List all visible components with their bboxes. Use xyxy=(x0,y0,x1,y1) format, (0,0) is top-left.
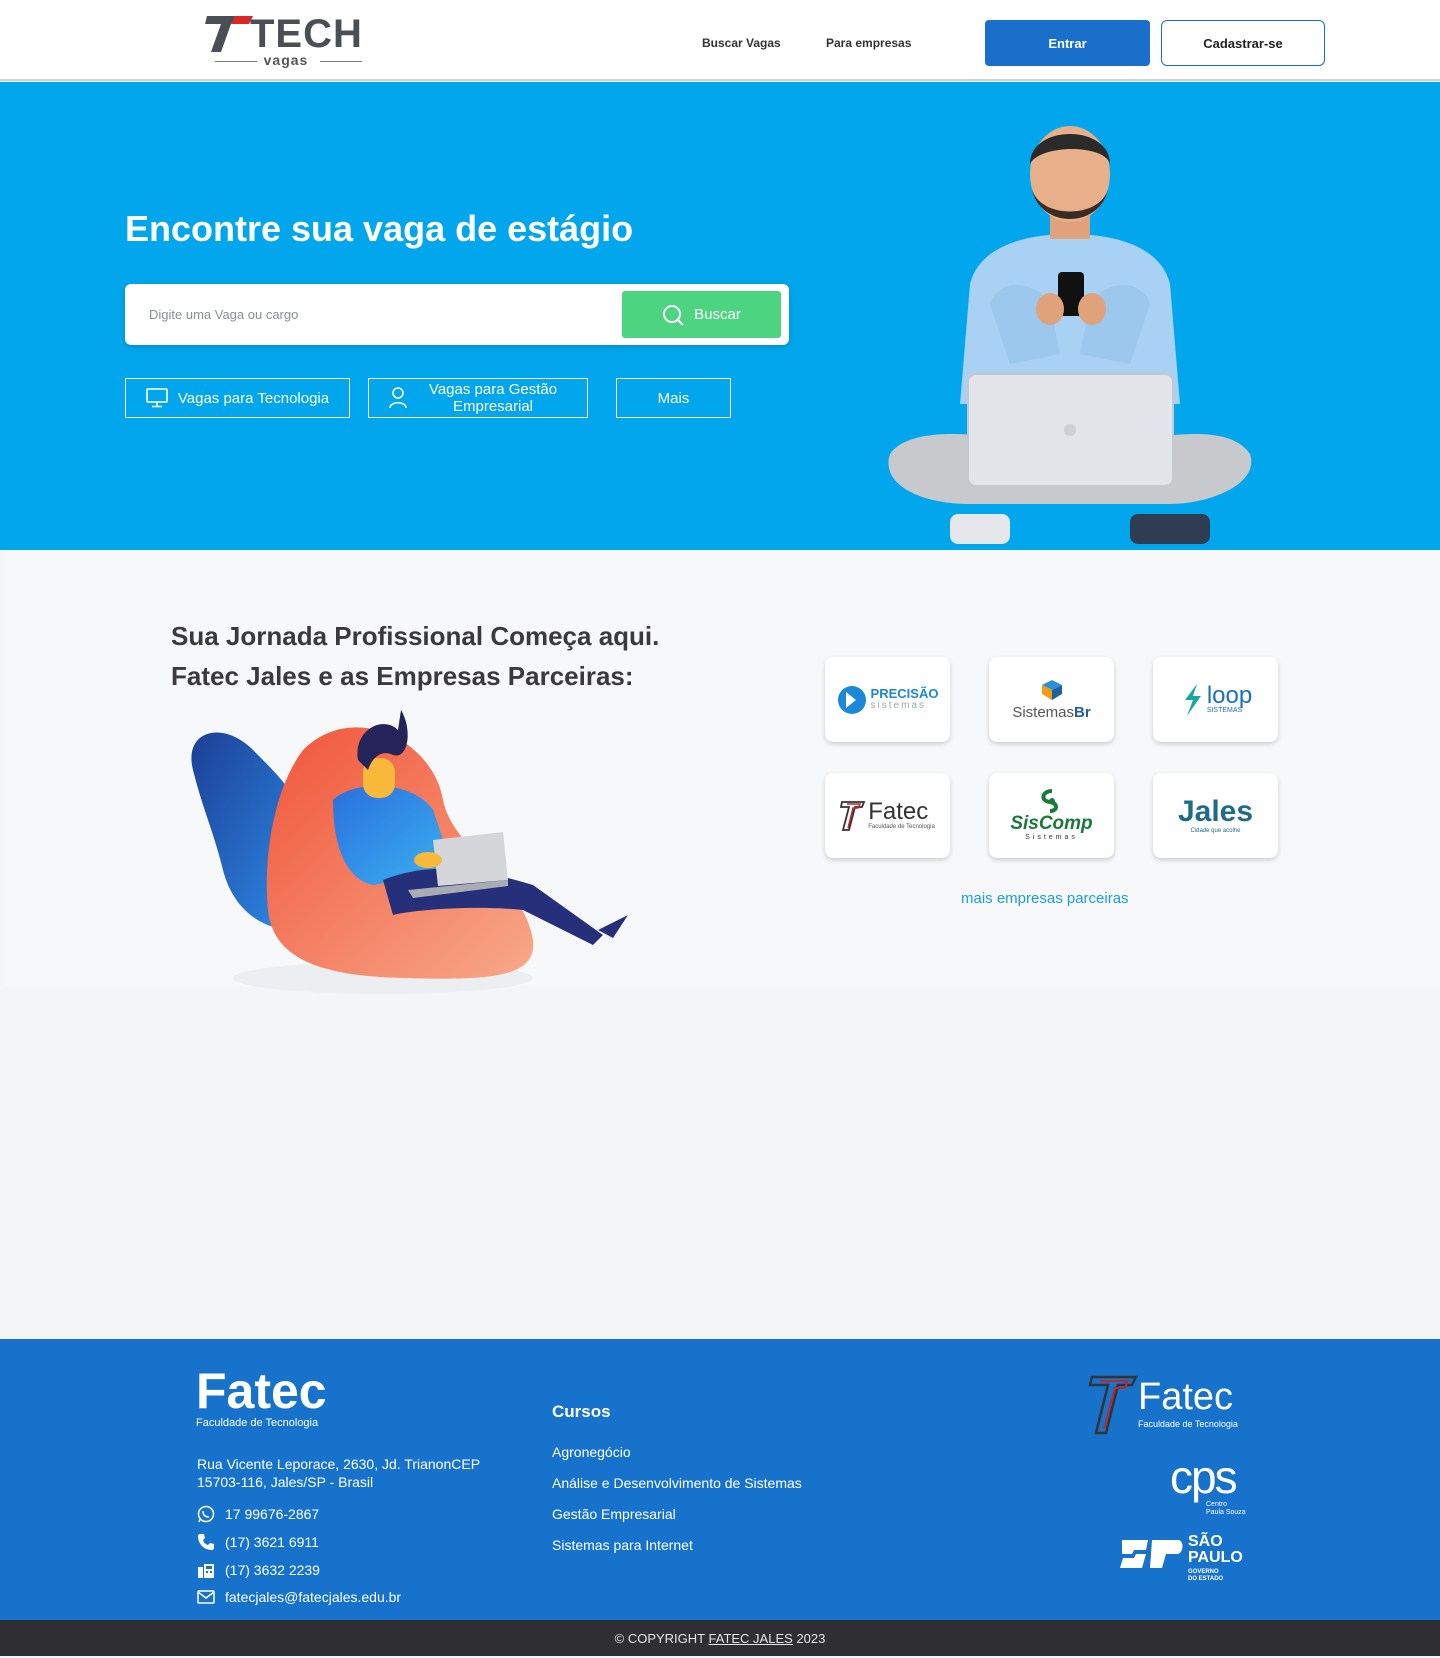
phone-icon xyxy=(198,1534,214,1550)
partner-sistemasbr[interactable]: SistemasBr xyxy=(989,657,1114,742)
jales-name: Jales xyxy=(1177,794,1254,828)
search-button-label: Buscar xyxy=(694,306,741,323)
search-bar: Buscar xyxy=(125,284,789,345)
hero-section: Encontre sua vaga de estágio Buscar Vaga… xyxy=(0,82,1440,550)
copyright-link[interactable]: FATEC JALES xyxy=(709,1631,793,1646)
footer-whatsapp[interactable]: 17 99676-2867 xyxy=(197,1505,319,1523)
partners-section-title: Sua Jornada Profissional Começa aqui. Fa… xyxy=(171,616,659,696)
fatec-logo-icon xyxy=(840,800,866,831)
fatec-name: Fatec xyxy=(868,797,929,825)
nav-para-empresas[interactable]: Para empresas xyxy=(826,36,911,50)
cps-sub-1: Centro xyxy=(1206,1501,1228,1508)
fatec-right-logo-icon xyxy=(1088,1375,1138,1435)
footer-cursos-title: Cursos xyxy=(552,1402,611,1421)
sp-line-1: SÃO xyxy=(1188,1533,1223,1550)
jales-sub: Cidade que acolhe xyxy=(1190,827,1241,834)
fatec-logo-text: Fatec Faculdade de Tecnologia xyxy=(868,797,935,831)
footer-fatec-logo-right[interactable]: Fatec Faculdade de Tecnologia xyxy=(1088,1375,1258,1435)
copyright-prefix: © COPYRIGHT xyxy=(614,1631,705,1646)
sistemasbr-name: Sistemas xyxy=(1012,703,1074,721)
sp-line-3: GOVERNO xyxy=(1188,1569,1219,1575)
search-icon xyxy=(663,304,684,326)
footer-curso-agronegocio[interactable]: Agronegócio xyxy=(552,1444,631,1460)
site-header: TECH vagas Buscar Vagas Para empresas En… xyxy=(0,0,1440,81)
phone-number: (17) 3621 6911 xyxy=(225,1534,319,1550)
precisao-logo-icon xyxy=(837,685,866,714)
category-gestao-label: Vagas para Gestão Empresarial xyxy=(428,381,558,415)
bean-bag-illustration xyxy=(191,710,628,994)
partner-jales[interactable]: Jales Cidade que acolhe xyxy=(1153,773,1278,858)
logo-subtext: vagas xyxy=(263,52,309,68)
copyright-year: 2023 xyxy=(796,1631,826,1646)
fatec-sub: Faculdade de Tecnologia xyxy=(868,823,935,830)
login-button[interactable]: Entrar xyxy=(985,20,1150,66)
hero-title: Encontre sua vaga de estágio xyxy=(125,208,634,249)
category-tecnologia-label: Vagas para Tecnologia xyxy=(177,389,330,407)
tech-vagas-logo[interactable]: TECH vagas xyxy=(205,12,370,70)
precisao-name: PRECISÃO xyxy=(870,686,939,701)
partners-title-line1: Sua Jornada Profissional Começa aqui. xyxy=(171,621,660,651)
search-button[interactable]: Buscar xyxy=(622,291,781,338)
category-tecnologia-button[interactable]: Vagas para Tecnologia xyxy=(125,378,350,418)
more-partners-link[interactable]: mais empresas parceiras xyxy=(961,890,1129,907)
precisao-sub: sistemas xyxy=(870,700,926,711)
siscomp-sub: Sistemas xyxy=(1025,834,1078,841)
nav-buscar-vagas[interactable]: Buscar Vagas xyxy=(702,36,781,50)
loop-logo-text: loop SISTEMAS xyxy=(1206,681,1253,715)
precisao-logo-text: PRECISÃO sistemas xyxy=(871,687,939,712)
footer-curso-gestao[interactable]: Gestão Empresarial xyxy=(552,1506,676,1522)
partners-section: Sua Jornada Profissional Começa aqui. Fa… xyxy=(3,550,1440,994)
sp-line-4: DO ESTADO xyxy=(1188,1576,1224,1582)
sistemasbr-logo-text: SistemasBr xyxy=(1012,704,1090,721)
sp-logo-icon xyxy=(1120,1540,1183,1568)
sp-logo-text: SÃO PAULO GOVERNO DO ESTADO xyxy=(1188,1534,1243,1583)
sistemasbr-name-bold: Br xyxy=(1074,703,1091,721)
logo-text: TECH xyxy=(250,12,363,56)
fatec-right-name: Fatec xyxy=(1138,1376,1234,1418)
footer-logo-sub: Faculdade de Tecnologia xyxy=(196,1417,319,1429)
siscomp-name: SisComp xyxy=(1010,813,1093,834)
fatec-right-sub: Faculdade de Tecnologia xyxy=(1138,1419,1238,1429)
loop-logo-icon xyxy=(1184,683,1201,716)
partner-siscomp[interactable]: SisComp Sistemas xyxy=(989,773,1114,858)
sistemasbr-logo-icon xyxy=(1041,679,1062,700)
monitor-icon xyxy=(146,388,168,408)
category-mais-label: Mais xyxy=(657,389,690,407)
cps-sub-2: Paula Souza xyxy=(1206,1509,1246,1516)
fax-number: (17) 3632 2239 xyxy=(225,1562,320,1578)
loop-name: loop xyxy=(1206,681,1253,709)
category-gestao-button[interactable]: Vagas para Gestão Empresarial xyxy=(368,378,588,418)
partner-loop[interactable]: loop SISTEMAS xyxy=(1153,657,1278,742)
footer-cps-logo[interactable]: cps Centro Paula Souza xyxy=(1170,1453,1260,1521)
hero-person-image xyxy=(888,126,1252,544)
site-footer: Fatec Faculdade de Tecnologia Rua Vicent… xyxy=(0,1339,1440,1620)
footer-curso-ads[interactable]: Análise e Desenvolvimento de Sistemas xyxy=(552,1475,802,1491)
category-mais-button[interactable]: Mais xyxy=(616,378,731,418)
whatsapp-icon xyxy=(197,1505,215,1523)
footer-phone[interactable]: (17) 3621 6911 xyxy=(197,1533,319,1551)
partner-fatec[interactable]: Fatec Faculdade de Tecnologia xyxy=(825,773,950,858)
partner-precisao[interactable]: PRECISÃO sistemas xyxy=(825,657,950,742)
search-input[interactable] xyxy=(147,298,597,330)
email-icon xyxy=(197,1590,215,1604)
siscomp-logo-icon xyxy=(1041,789,1058,813)
footer-sp-governo-logo[interactable]: SÃO PAULO GOVERNO DO ESTADO xyxy=(1120,1534,1260,1589)
footer-curso-internet[interactable]: Sistemas para Internet xyxy=(552,1537,693,1553)
copyright-bar: © COPYRIGHT FATEC JALES 2023 xyxy=(0,1620,1440,1656)
sp-line-2: PAULO xyxy=(1188,1549,1243,1566)
fax-icon xyxy=(198,1564,214,1578)
footer-fax[interactable]: (17) 3632 2239 xyxy=(197,1561,320,1579)
signup-button[interactable]: Cadastrar-se xyxy=(1161,20,1325,66)
email-address: fatecjales@fatecjales.edu.br xyxy=(225,1589,402,1605)
cps-text: cps xyxy=(1170,1451,1238,1503)
footer-email[interactable]: fatecjales@fatecjales.edu.br xyxy=(197,1589,401,1605)
footer-address: Rua Vicente Leporace, 2630, Jd. TrianonC… xyxy=(197,1456,480,1490)
partners-title-line2: Fatec Jales e as Empresas Parceiras: xyxy=(171,661,634,691)
whatsapp-number: 17 99676-2867 xyxy=(225,1506,320,1522)
user-icon xyxy=(389,387,407,409)
footer-fatec-logo[interactable]: Fatec Faculdade de Tecnologia xyxy=(196,1363,327,1429)
footer-logo-main: Fatec xyxy=(196,1363,327,1419)
